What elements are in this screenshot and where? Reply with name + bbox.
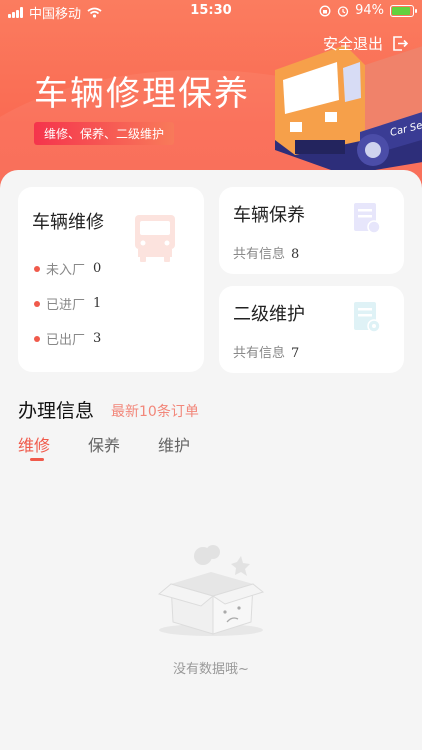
repair-card[interactable]: 车辆维修 未入厂 0 已进厂 1 已出厂 3 xyxy=(18,187,204,372)
maintenance-card-title: 车辆保养 xyxy=(233,205,305,226)
page-title: 车辆修理保养 xyxy=(34,74,250,114)
empty-state-text: 没有数据哦~ xyxy=(173,662,249,677)
repair-card-title: 车辆维修 xyxy=(32,212,104,233)
section-subtitle: 最新10条订单 xyxy=(111,404,199,420)
status-dot xyxy=(34,300,40,307)
status-dot xyxy=(34,265,40,272)
stat-entered: 已进厂 1 xyxy=(34,294,101,313)
alarm-icon xyxy=(337,5,349,17)
maintenance-info: 共有信息 8 xyxy=(233,243,299,262)
logout-label: 安全退出 xyxy=(322,35,383,53)
empty-box-icon xyxy=(157,545,265,636)
page-subtitle-badge: 维修、保养、二级维护 xyxy=(34,122,175,145)
tab-service[interactable]: 维护 xyxy=(158,432,190,456)
document-coin-icon xyxy=(354,203,381,234)
stat-value: 3 xyxy=(93,331,102,346)
truck-icon xyxy=(135,215,175,262)
order-tabs: 维修 保养 维护 xyxy=(18,432,228,461)
truck-illustration: Car Ser xyxy=(275,45,422,175)
stat-exited: 已出厂 3 xyxy=(34,329,101,348)
second-level-card[interactable]: 二级维护 共有信息 7 xyxy=(219,286,404,373)
battery-percent: 94% xyxy=(355,3,384,18)
tab-maintenance[interactable]: 保养 xyxy=(88,432,120,456)
stat-label: 已出厂 xyxy=(46,333,86,348)
battery-icon xyxy=(390,4,417,17)
orientation-lock-icon xyxy=(319,5,331,16)
info-label: 共有信息 xyxy=(233,247,286,262)
stat-value: 1 xyxy=(93,296,102,311)
stat-value: 0 xyxy=(93,261,102,276)
status-bar: 中国移动 15:30 94% xyxy=(0,0,422,22)
logout-icon xyxy=(393,36,408,51)
stat-label: 已进厂 xyxy=(46,298,86,313)
info-count: 7 xyxy=(291,346,300,361)
second-level-card-title: 二级维护 xyxy=(233,304,305,325)
battery-fill xyxy=(392,6,410,15)
info-label: 共有信息 xyxy=(233,346,286,361)
stat-not-entered: 未入厂 0 xyxy=(34,259,101,278)
tab-repair[interactable]: 维修 xyxy=(18,432,50,461)
maintenance-card[interactable]: 车辆保养 共有信息 8 xyxy=(219,187,404,274)
document-settings-icon xyxy=(354,302,381,333)
second-level-info: 共有信息 7 xyxy=(233,342,299,361)
stat-label: 未入厂 xyxy=(46,263,86,278)
status-dot xyxy=(34,335,40,342)
logout-button[interactable]: 安全退出 xyxy=(323,33,408,54)
section-title: 办理信息 xyxy=(18,400,95,422)
info-count: 8 xyxy=(291,247,300,262)
